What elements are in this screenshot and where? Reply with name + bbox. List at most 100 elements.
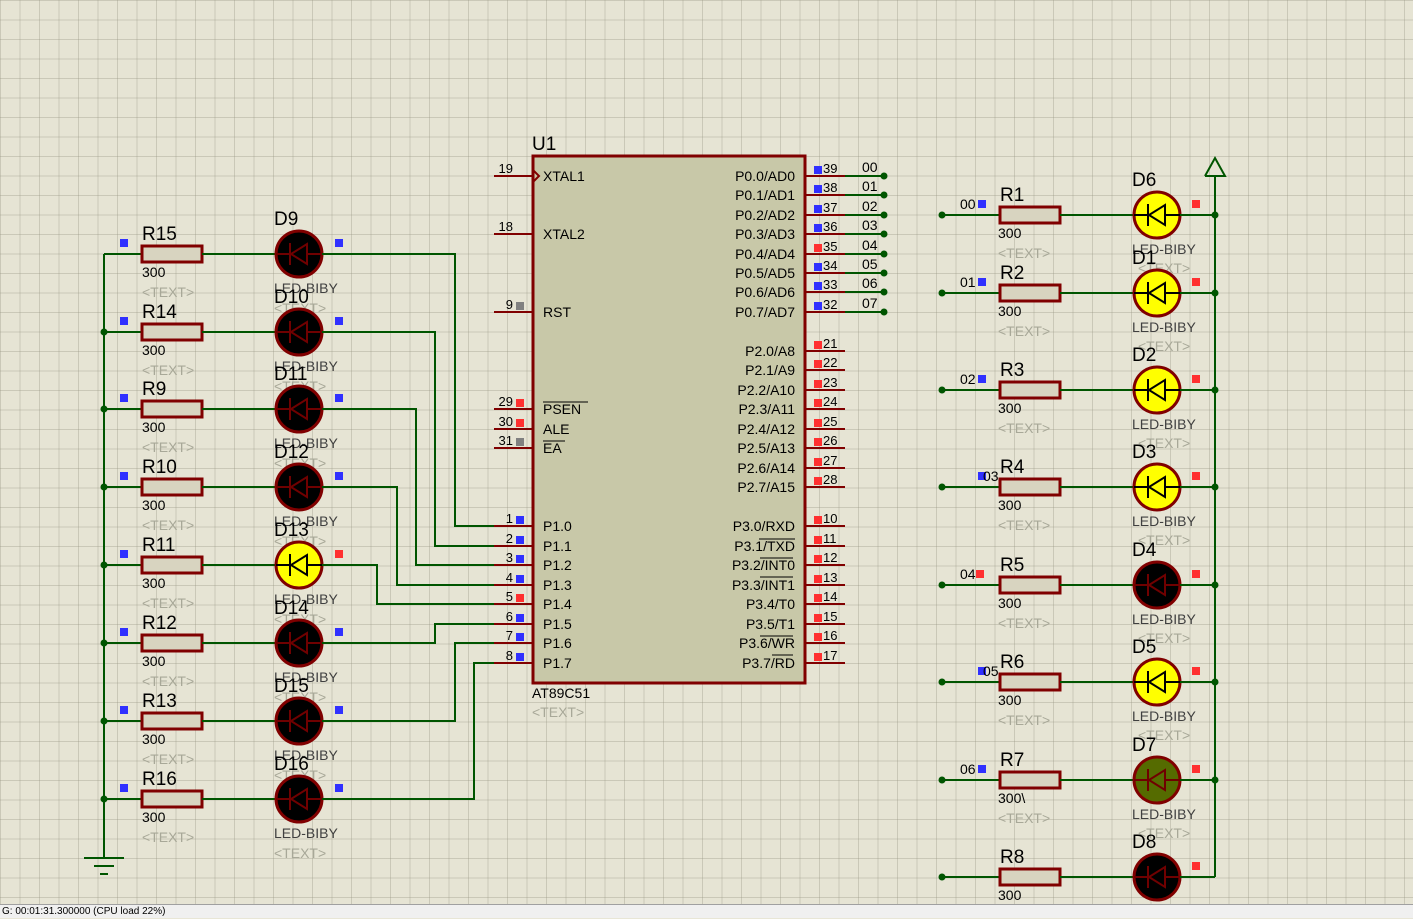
pin-logic-state xyxy=(516,594,524,602)
led-diode[interactable] xyxy=(1132,268,1182,318)
pin-logic-state xyxy=(814,380,822,388)
resistor-reference: R16 xyxy=(142,769,177,790)
chip-pin-number: 8 xyxy=(506,648,513,663)
resistor[interactable] xyxy=(998,477,1062,497)
resistor[interactable] xyxy=(998,867,1062,887)
net-junction xyxy=(1211,776,1219,784)
pin-logic-state xyxy=(1192,375,1200,383)
pin-logic-state xyxy=(516,653,524,661)
chip-pin-number: 26 xyxy=(823,433,837,448)
led-type: LED-BIBY xyxy=(1132,708,1196,724)
led-reference: D7 xyxy=(1132,735,1156,756)
resistor[interactable] xyxy=(998,380,1062,400)
chip-pin-number: 37 xyxy=(823,200,837,215)
led-diode[interactable] xyxy=(274,618,324,668)
pin-logic-state xyxy=(516,399,524,407)
resistor[interactable] xyxy=(140,244,204,264)
led-diode[interactable] xyxy=(1132,657,1182,707)
led-reference: D16 xyxy=(274,754,309,775)
net-label: 01 xyxy=(960,274,976,290)
led-type: LED-BIBY xyxy=(274,825,338,841)
net-junction xyxy=(880,288,888,296)
chip-pin-name: P0.1/AD1 xyxy=(735,187,795,203)
resistor[interactable] xyxy=(998,205,1062,225)
net-label: 03 xyxy=(983,468,999,484)
resistor-value: 300 xyxy=(142,419,166,435)
chip-pin-number: 32 xyxy=(823,297,837,312)
net-junction xyxy=(880,230,888,238)
resistor-text-placeholder: <TEXT> xyxy=(142,362,194,378)
chip-pin-number: 5 xyxy=(506,589,513,604)
chip-reference: U1 xyxy=(532,134,556,155)
resistor[interactable] xyxy=(998,283,1062,303)
pin-logic-state xyxy=(814,575,822,583)
net-label: 02 xyxy=(862,198,878,214)
pin-logic-state xyxy=(814,536,822,544)
chip-pin-name: P1.2 xyxy=(543,557,572,573)
schematic-canvas[interactable]: U1 AT89C51 <TEXT> XTAL1 19 XTAL2 18 RST 9 PSEN 29 A… xyxy=(0,0,1413,904)
resistor[interactable] xyxy=(140,789,204,809)
resistor-value: 300 xyxy=(998,225,1022,241)
chip-pin-number: 35 xyxy=(823,239,837,254)
pin-logic-state xyxy=(335,472,343,480)
chip-pin-number: 34 xyxy=(823,258,837,273)
resistor[interactable] xyxy=(140,322,204,342)
led-diode[interactable] xyxy=(274,307,324,357)
chip-pin-number: 15 xyxy=(823,609,837,624)
chip-pin-name: P1.6 xyxy=(543,635,572,651)
resistor-reference: R9 xyxy=(142,379,166,400)
net-junction xyxy=(100,328,108,336)
resistor[interactable] xyxy=(140,633,204,653)
resistor[interactable] xyxy=(998,672,1062,692)
chip-pin-number: 29 xyxy=(499,394,513,409)
resistor-value: 300 xyxy=(142,731,166,747)
led-reference: D6 xyxy=(1132,170,1156,191)
pin-logic-state xyxy=(814,185,822,193)
resistor-value: 300 xyxy=(142,653,166,669)
chip-pin-name: P1.1 xyxy=(543,538,572,554)
led-diode[interactable] xyxy=(274,774,324,824)
net-junction xyxy=(100,717,108,725)
chip-pin-name: P2.1/A9 xyxy=(745,362,795,378)
chip-pin-number: 36 xyxy=(823,219,837,234)
chip-pin-number: 6 xyxy=(506,609,513,624)
resistor[interactable] xyxy=(140,555,204,575)
resistor-reference: R7 xyxy=(1000,750,1024,771)
led-diode[interactable] xyxy=(274,462,324,512)
led-diode[interactable] xyxy=(1132,365,1182,415)
resistor-value: 300 xyxy=(142,264,166,280)
led-diode[interactable] xyxy=(1132,462,1182,512)
led-diode[interactable] xyxy=(1132,190,1182,240)
net-label: 05 xyxy=(862,256,878,272)
chip-pin-number: 39 xyxy=(823,161,837,176)
pin-logic-state xyxy=(516,438,524,446)
led-reference: D11 xyxy=(274,364,307,385)
led-diode[interactable] xyxy=(274,540,324,590)
led-diode[interactable] xyxy=(274,384,324,434)
resistor[interactable] xyxy=(140,399,204,419)
pin-logic-state xyxy=(814,224,822,232)
led-reference: D3 xyxy=(1132,442,1156,463)
net-label: 04 xyxy=(862,237,878,253)
led-reference: D9 xyxy=(274,209,298,230)
led-diode[interactable] xyxy=(274,696,324,746)
resistor-reference: R14 xyxy=(142,302,177,323)
schematic-drawing[interactable]: U1AT89C51<TEXT>XTAL119XTAL218RST9PSEN29A… xyxy=(0,0,1413,904)
resistor[interactable] xyxy=(140,477,204,497)
led-diode[interactable] xyxy=(1132,755,1182,805)
resistor[interactable] xyxy=(998,575,1062,595)
resistor[interactable] xyxy=(140,711,204,731)
resistor-reference: R4 xyxy=(1000,457,1025,478)
chip-pin-name: P3.6/WR xyxy=(739,635,795,651)
net-label: 04 xyxy=(960,566,976,582)
led-diode[interactable] xyxy=(274,229,324,279)
resistor[interactable] xyxy=(998,770,1062,790)
pin-logic-state xyxy=(516,419,524,427)
pin-logic-state xyxy=(814,205,822,213)
chip-pin-name: P0.7/AD7 xyxy=(735,304,795,320)
chip-pin-name: P1.3 xyxy=(543,577,572,593)
led-diode[interactable] xyxy=(1132,560,1182,610)
led-diode[interactable] xyxy=(1132,852,1182,902)
pin-logic-state xyxy=(120,317,128,325)
net-label: 06 xyxy=(862,275,878,291)
